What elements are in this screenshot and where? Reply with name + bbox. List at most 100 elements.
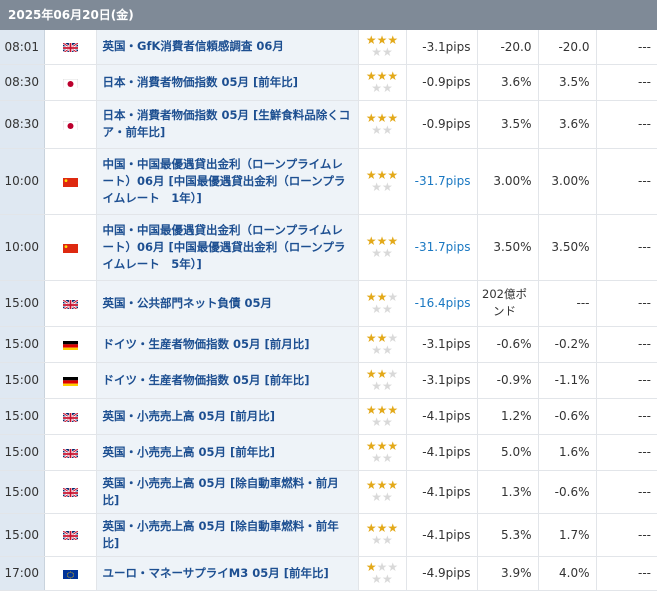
previous-value: 3.5% [477, 100, 539, 149]
pips-change[interactable]: -16.4pips [406, 280, 478, 327]
country-flag-cell [44, 326, 97, 363]
pips-change: -3.1pips [406, 30, 478, 65]
event-link[interactable]: 日本・消費者物価指数 05月 [前年比] [103, 75, 299, 89]
event-link[interactable]: 日本・消費者物価指数 05月 [生鮮食料品除くコア・前年比] [103, 108, 351, 139]
germany-flag-icon [62, 340, 78, 350]
uk-flag-icon [62, 447, 78, 458]
star-empty-icon: ★ [381, 342, 393, 357]
forecast-value: 1.7% [538, 513, 597, 557]
previous-value: -20.0 [477, 30, 539, 65]
pips-change: -4.1pips [406, 398, 478, 435]
result-value: --- [596, 148, 657, 215]
event-name-cell: 英国・小売売上高 05月 [前月比] [96, 398, 359, 435]
event-time: 15:00 [0, 362, 45, 399]
event-link[interactable]: ドイツ・生産者物価指数 05月 [前年比] [103, 373, 310, 387]
star-empty-icon: ★ [371, 301, 382, 316]
country-flag-cell [44, 398, 97, 435]
star-empty-icon: ★ [371, 450, 382, 465]
table-row: 15:00 英国・小売売上高 05月 [前月比] ★★★ ★★ -4.1pips 1.2%… [0, 398, 657, 435]
event-name-cell: ドイツ・生産者物価指数 05月 [前月比] [96, 326, 359, 363]
result-value: --- [596, 100, 657, 149]
result-value: --- [596, 362, 657, 399]
event-name-cell: 日本・消費者物価指数 05月 [前年比] [96, 64, 359, 101]
pips-change[interactable]: -31.7pips [406, 214, 478, 281]
importance-rating: ★★★ ★★ [358, 556, 407, 591]
uk-flag-icon [62, 487, 78, 497]
table-row: 15:00 英国・公共部門ネット負債 05月 ★★★ ★★ -16.4pips 202億ポ… [0, 280, 657, 327]
event-link[interactable]: 英国・公共部門ネット負債 05月 [103, 296, 273, 310]
country-flag-cell [44, 64, 97, 101]
country-flag-cell [44, 556, 97, 591]
forecast-value: -20.0 [538, 30, 597, 65]
china-flag-icon [62, 177, 78, 187]
table-row: 17:00 ユーロ・マネーサプライM3 05月 [前年比] ★★★ ★★ -4.9pip… [0, 556, 657, 591]
event-link[interactable]: 英国・小売売上高 05月 [除自動車燃料・前年比] [103, 519, 339, 550]
result-value: --- [596, 398, 657, 435]
event-name-cell: 英国・小売売上高 05月 [前年比] [96, 434, 359, 471]
china-flag-icon [62, 243, 78, 253]
pips-change: -3.1pips [406, 362, 478, 399]
economic-calendar-table: 08:01 英国・GfK消費者信頼感調査 06月 ★★★ ★★ -3.1pips -20.… [0, 30, 657, 591]
event-link[interactable]: 英国・小売売上高 05月 [前月比] [103, 409, 276, 423]
table-row: 10:00 中国・中国最優遇貸出金利（ローンプライムレート）06月 [中国最優遇貸… [0, 214, 657, 281]
event-name-cell: 英国・小売売上高 05月 [除自動車燃料・前年比] [96, 513, 359, 557]
event-link[interactable]: 中国・中国最優遇貸出金利（ローンプライムレート）06月 [中国最優遇貸出金利（ロ… [103, 223, 346, 271]
pips-change[interactable]: -31.7pips [406, 148, 478, 215]
event-name-cell: ドイツ・生産者物価指数 05月 [前年比] [96, 362, 359, 399]
table-row: 15:00 英国・小売売上高 05月 [除自動車燃料・前年比] ★★★ ★★ -4.1p… [0, 513, 657, 557]
event-name-cell: 英国・公共部門ネット負債 05月 [96, 280, 359, 327]
result-value: --- [596, 470, 657, 514]
previous-value: -0.9% [477, 362, 539, 399]
table-row: 08:01 英国・GfK消費者信頼感調査 06月 ★★★ ★★ -3.1pips -20.… [0, 30, 657, 65]
star-empty-icon: ★ [371, 80, 382, 95]
previous-value: 1.3% [477, 470, 539, 514]
importance-rating: ★★★ ★★ [358, 64, 407, 101]
pips-change: -4.1pips [406, 470, 478, 514]
importance-rating: ★★★ ★★ [358, 398, 407, 435]
event-time: 08:30 [0, 64, 45, 101]
previous-value: 5.3% [477, 513, 539, 557]
event-link[interactable]: 中国・中国最優遇貸出金利（ローンプライムレート）06月 [中国最優遇貸出金利（ロ… [103, 157, 346, 205]
importance-rating: ★★★ ★★ [358, 470, 407, 514]
pips-change: -4.9pips [406, 556, 478, 591]
forecast-value: -0.2% [538, 326, 597, 363]
importance-rating: ★★★ ★★ [358, 434, 407, 471]
japan-flag-icon [62, 120, 78, 130]
table-row: 15:00 ドイツ・生産者物価指数 05月 [前月比] ★★★ ★★ -3.1pips -… [0, 326, 657, 363]
country-flag-cell [44, 280, 97, 327]
pips-change: -3.1pips [406, 326, 478, 363]
pips-change: -0.9pips [406, 100, 478, 149]
forecast-value: -0.6% [538, 398, 597, 435]
event-link[interactable]: ドイツ・生産者物価指数 05月 [前月比] [103, 337, 310, 351]
event-time: 10:00 [0, 148, 45, 215]
event-link[interactable]: 英国・小売売上高 05月 [除自動車燃料・前月比] [103, 476, 339, 507]
pips-change: -4.1pips [406, 434, 478, 471]
result-value: --- [596, 30, 657, 65]
previous-value: 202億ポンド [477, 280, 539, 327]
previous-value: -0.6% [477, 326, 539, 363]
table-row: 15:00 ドイツ・生産者物価指数 05月 [前年比] ★★★ ★★ -3.1pips -… [0, 362, 657, 399]
result-value: --- [596, 64, 657, 101]
star-empty-icon: ★ [381, 378, 393, 393]
event-link[interactable]: 英国・GfK消費者信頼感調査 06月 [103, 39, 284, 53]
forecast-value: 3.00% [538, 148, 597, 215]
star-empty-icon: ★ [371, 378, 382, 393]
previous-value: 3.6% [477, 64, 539, 101]
pips-change: -0.9pips [406, 64, 478, 101]
event-name-cell: 英国・GfK消費者信頼感調査 06月 [96, 30, 359, 65]
forecast-value: 3.6% [538, 100, 597, 149]
result-value: --- [596, 214, 657, 281]
result-value: --- [596, 326, 657, 363]
uk-flag-icon [62, 298, 78, 309]
star-empty-icon: ★ [381, 45, 393, 60]
country-flag-cell [44, 470, 97, 514]
importance-rating: ★★★ ★★ [358, 362, 407, 399]
event-link[interactable]: 英国・小売売上高 05月 [前年比] [103, 445, 276, 459]
event-time: 08:30 [0, 100, 45, 149]
event-name-cell: 中国・中国最優遇貸出金利（ローンプライムレート）06月 [中国最優遇貸出金利（ロ… [96, 148, 359, 215]
importance-rating: ★★★ ★★ [358, 513, 407, 557]
pips-change: -4.1pips [406, 513, 478, 557]
forecast-value: 4.0% [538, 556, 597, 591]
event-link[interactable]: ユーロ・マネーサプライM3 05月 [前年比] [103, 566, 329, 580]
date-header: 2025年06月20日(金) [0, 0, 657, 30]
